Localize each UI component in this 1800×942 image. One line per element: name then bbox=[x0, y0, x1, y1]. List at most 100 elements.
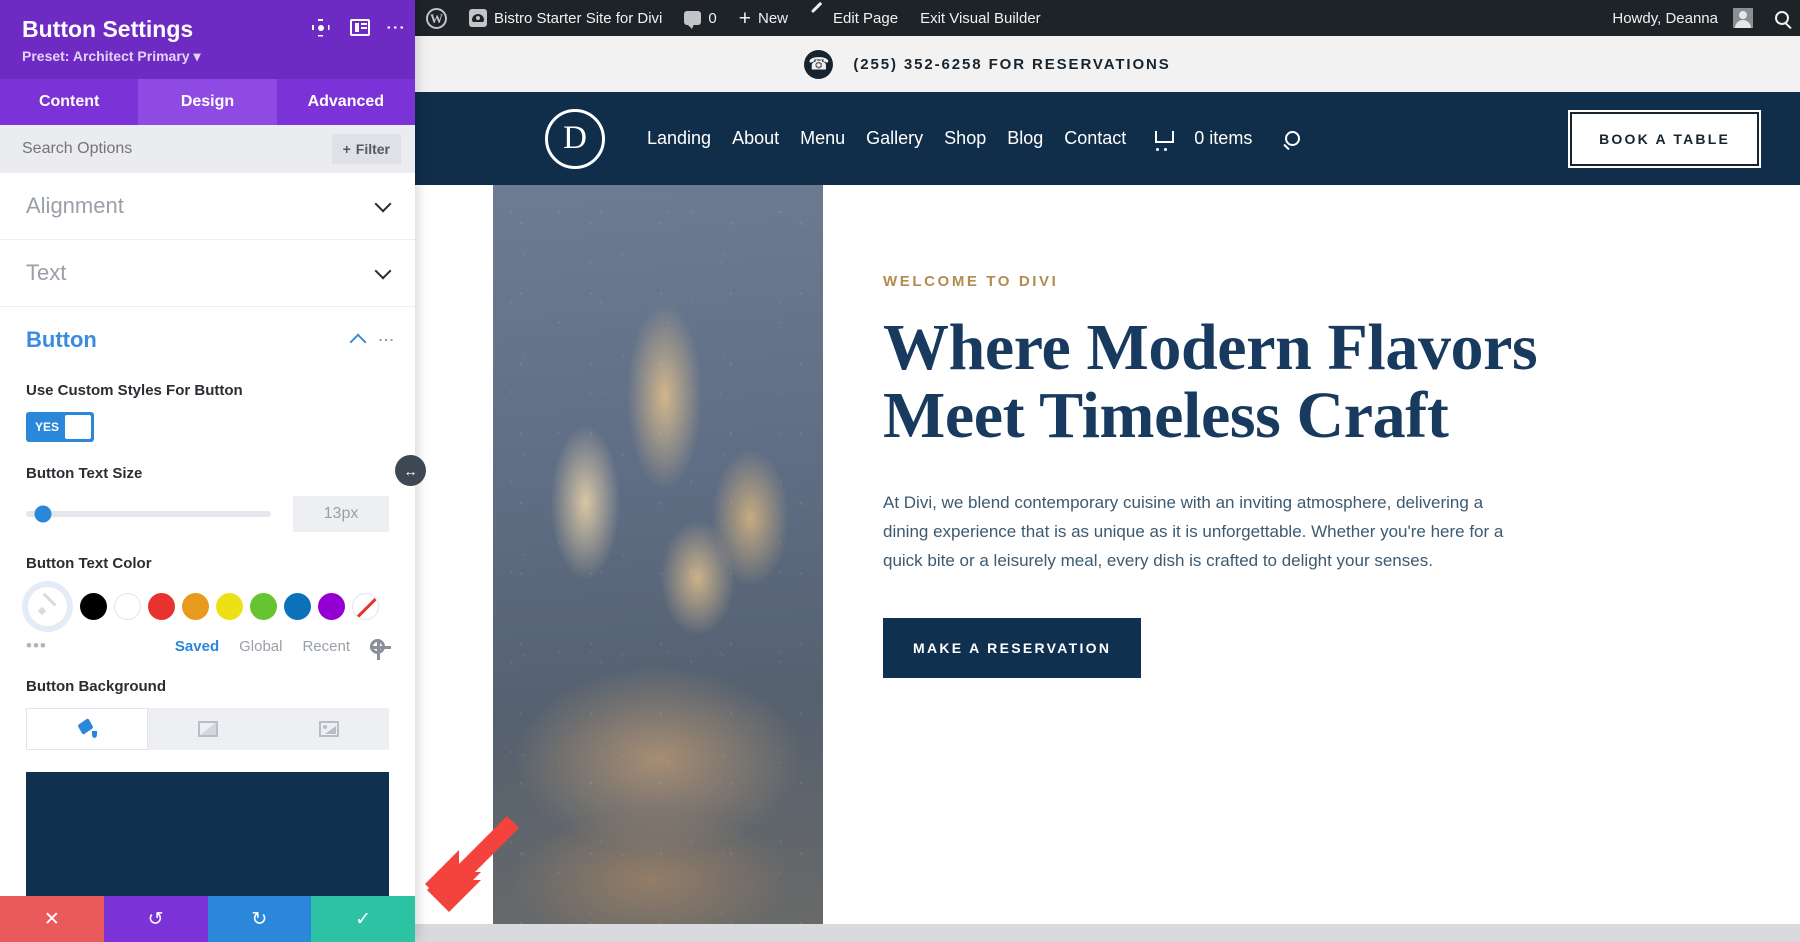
more-swatches-icon[interactable]: ••• bbox=[26, 637, 47, 654]
admin-bar-right: Howdy, Deanna bbox=[1601, 0, 1800, 36]
search-icon[interactable] bbox=[1285, 131, 1301, 146]
wordpress-icon: W bbox=[426, 7, 447, 29]
background-tab-color[interactable] bbox=[26, 708, 149, 750]
swatch-tab-global[interactable]: Global bbox=[239, 638, 282, 655]
section-button-controls: ⋮ bbox=[349, 332, 394, 351]
section-options-icon[interactable]: ⋮ bbox=[377, 332, 394, 348]
swatch-red[interactable] bbox=[148, 592, 175, 620]
tab-content[interactable]: Content bbox=[0, 79, 138, 125]
gear-icon[interactable] bbox=[370, 638, 391, 660]
section-button[interactable]: Button ⋮ bbox=[0, 307, 415, 359]
eyedropper-icon[interactable] bbox=[26, 584, 69, 628]
edit-page-label: Edit Page bbox=[833, 9, 899, 27]
text-color-swatches bbox=[26, 584, 389, 628]
option-text-size: Button Text Size 13px bbox=[0, 464, 415, 532]
save-button[interactable]: ✓ bbox=[311, 896, 415, 942]
edit-page-menu[interactable]: Edit Page bbox=[799, 0, 909, 36]
text-size-slider[interactable] bbox=[26, 505, 271, 522]
filter-button[interactable]: + Filter bbox=[331, 134, 401, 164]
panel-preset-selector[interactable]: Preset: Architect Primary ▾ bbox=[22, 48, 393, 65]
swatch-blue[interactable] bbox=[284, 592, 311, 620]
nav-item-gallery[interactable]: Gallery bbox=[866, 128, 923, 149]
comment-icon bbox=[684, 11, 702, 29]
option-button-background: Button Background bbox=[0, 677, 415, 750]
text-color-label: Button Text Color bbox=[26, 554, 152, 572]
wordpress-logo-menu[interactable]: W bbox=[415, 0, 458, 36]
swatch-tab-saved[interactable]: Saved bbox=[175, 638, 219, 655]
toggle-value: YES bbox=[35, 420, 60, 435]
site-name-menu[interactable]: Bistro Starter Site for Divi bbox=[458, 0, 673, 36]
section-text[interactable]: Text bbox=[0, 240, 415, 307]
hero-eyebrow: WELCOME TO DIVI bbox=[883, 273, 1059, 290]
reservations-phone: (255) 352-6258 FOR RESERVATIONS bbox=[853, 55, 1171, 73]
avatar bbox=[1733, 8, 1753, 28]
section-alignment-label: Alignment bbox=[26, 193, 124, 218]
gradient-icon bbox=[198, 721, 219, 737]
plus-icon: + bbox=[342, 141, 351, 157]
swatch-purple[interactable] bbox=[318, 592, 345, 620]
panel-footer: ✕ ↺ ↻ ✓ bbox=[0, 896, 415, 942]
new-label: New bbox=[758, 9, 789, 27]
swatch-orange[interactable] bbox=[182, 592, 209, 620]
chevron-down-icon bbox=[374, 262, 392, 279]
option-text-color: Button Text Color ••• Saved Global Recen… bbox=[0, 554, 415, 660]
section-alignment[interactable]: Alignment bbox=[0, 173, 415, 240]
swatch-black[interactable] bbox=[80, 592, 107, 620]
undo-button[interactable]: ↺ bbox=[103, 896, 208, 942]
section-button-label: Button bbox=[26, 327, 97, 352]
text-size-value[interactable]: 13px bbox=[293, 495, 389, 532]
panel-header-icons: ⋮ bbox=[312, 18, 405, 37]
custom-styles-toggle[interactable]: YES bbox=[26, 412, 94, 443]
nav-item-about[interactable]: About bbox=[732, 128, 779, 149]
wp-admin-bar: W Bistro Starter Site for Divi 0 + New E… bbox=[415, 0, 1800, 36]
cart-items-count[interactable]: 0 items bbox=[1194, 128, 1252, 149]
chevron-up-icon[interactable] bbox=[349, 333, 367, 351]
exit-visual-builder[interactable]: Exit Visual Builder bbox=[909, 0, 1052, 36]
nav-item-contact[interactable]: Contact bbox=[1064, 128, 1126, 149]
swatch-green[interactable] bbox=[250, 592, 277, 620]
text-size-label: Button Text Size bbox=[26, 465, 143, 483]
search-input[interactable] bbox=[22, 140, 322, 158]
discard-button[interactable]: ✕ bbox=[0, 896, 104, 942]
redo-button[interactable]: ↻ bbox=[207, 896, 312, 942]
nav-item-menu[interactable]: Menu bbox=[800, 128, 845, 149]
nav-item-blog[interactable]: Blog bbox=[1007, 128, 1043, 149]
swatch-source-links: Saved Global Recent bbox=[175, 638, 391, 660]
my-account-menu[interactable]: Howdy, Deanna bbox=[1601, 0, 1764, 36]
slider-knob[interactable] bbox=[34, 505, 52, 522]
comments-menu[interactable]: 0 bbox=[673, 0, 727, 36]
divi-logo[interactable]: D bbox=[545, 108, 605, 169]
make-a-reservation-button[interactable]: MAKE A RESERVATION bbox=[883, 617, 1142, 678]
comments-count: 0 bbox=[708, 9, 717, 27]
cart-icon[interactable] bbox=[1153, 130, 1175, 151]
focus-mode-icon[interactable] bbox=[312, 19, 330, 37]
panel-layout-icon[interactable] bbox=[349, 19, 370, 36]
background-tab-image[interactable] bbox=[268, 708, 389, 750]
hero-image-texture bbox=[493, 185, 823, 941]
tab-design[interactable]: Design bbox=[138, 79, 277, 125]
button-settings-panel: Button Settings Preset: Architect Primar… bbox=[0, 0, 415, 942]
background-color-preview[interactable] bbox=[26, 772, 389, 896]
image-icon bbox=[318, 721, 339, 737]
dashboard-icon bbox=[469, 9, 487, 27]
more-options-icon[interactable]: ⋮ bbox=[384, 18, 405, 37]
site-navbar: D Landing About Menu Gallery Shop Blog C… bbox=[415, 92, 1800, 185]
book-a-table-button[interactable]: BOOK A TABLE bbox=[1568, 109, 1761, 168]
tab-advanced[interactable]: Advanced bbox=[277, 79, 415, 125]
panel-header: Button Settings Preset: Architect Primar… bbox=[0, 0, 415, 79]
panel-tabs: Content Design Advanced bbox=[0, 79, 415, 125]
new-content-menu[interactable]: + New bbox=[728, 0, 799, 36]
website-canvas: (255) 352-6258 FOR RESERVATIONS D Landin… bbox=[415, 36, 1800, 942]
admin-bar-search[interactable] bbox=[1764, 0, 1800, 36]
swatch-white[interactable] bbox=[114, 592, 141, 620]
background-tab-gradient[interactable] bbox=[148, 708, 269, 750]
hero-heading: Where Modern Flavors Meet Timeless Craft bbox=[883, 311, 1538, 452]
nav-item-shop[interactable]: Shop bbox=[944, 128, 986, 149]
panel-resize-handle[interactable]: ↔ bbox=[395, 455, 426, 486]
swatch-none-icon[interactable] bbox=[352, 592, 379, 620]
toggle-knob bbox=[65, 415, 91, 440]
hero-text-column: WELCOME TO DIVI Where Modern Flavors Mee… bbox=[823, 185, 1722, 941]
swatch-tab-recent[interactable]: Recent bbox=[302, 638, 350, 655]
swatch-yellow[interactable] bbox=[216, 592, 243, 620]
nav-item-landing[interactable]: Landing bbox=[647, 128, 711, 149]
